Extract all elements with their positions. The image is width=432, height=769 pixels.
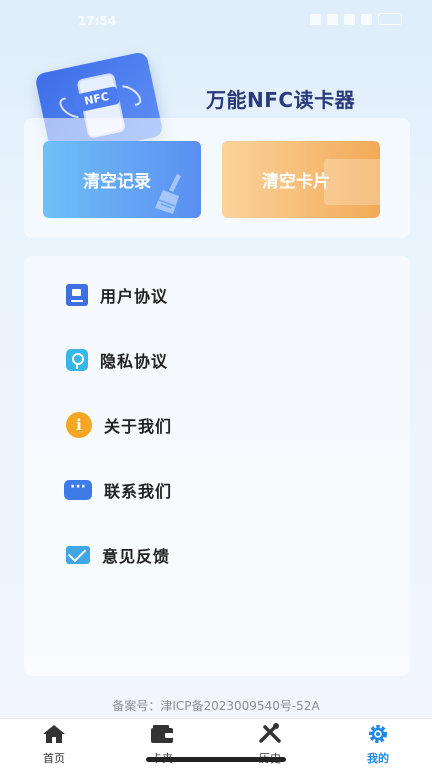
clear-cards-label: 清空卡片 bbox=[262, 172, 330, 192]
wifi-icon bbox=[344, 13, 355, 25]
status-bar: 17:54 bbox=[0, 0, 432, 40]
info-icon: i bbox=[66, 412, 92, 438]
card-decoration-icon bbox=[324, 159, 380, 205]
gear-icon bbox=[369, 725, 387, 743]
menu-item-label: 关于我们 bbox=[104, 417, 173, 436]
document-icon bbox=[66, 284, 88, 306]
menu-item-contact-us[interactable]: ··· 联系我们 bbox=[64, 475, 172, 505]
notification-icon bbox=[310, 13, 321, 25]
tools-icon bbox=[259, 723, 281, 743]
tab-label: 首页 bbox=[43, 752, 65, 765]
clear-cards-button[interactable]: 清空卡片 bbox=[222, 141, 380, 218]
signal-icon bbox=[361, 13, 372, 25]
menu-item-label: 联系我们 bbox=[104, 482, 173, 501]
battery-icon bbox=[378, 13, 402, 25]
tab-mine[interactable]: 我的 bbox=[348, 723, 408, 766]
menu-item-user-agreement[interactable]: 用户协议 bbox=[66, 280, 168, 310]
menu-item-label: 隐私协议 bbox=[100, 352, 169, 371]
menu-item-label: 用户协议 bbox=[100, 287, 169, 306]
menu-item-about-us[interactable]: i 关于我们 bbox=[66, 410, 172, 440]
icp-record: 备案号：津ICP备2023009540号-52A bbox=[112, 699, 320, 713]
chat-icon: ··· bbox=[64, 480, 92, 500]
menu-item-privacy-agreement[interactable]: 隐私协议 bbox=[66, 345, 168, 375]
broom-icon bbox=[155, 174, 181, 214]
bluetooth-icon bbox=[327, 13, 338, 25]
tab-label: 我的 bbox=[367, 752, 389, 765]
menu-item-feedback[interactable]: 意见反馈 bbox=[66, 540, 170, 570]
app-title: 万能NFC读卡器 bbox=[206, 88, 356, 112]
clear-records-label: 清空记录 bbox=[83, 172, 151, 192]
menu-panel bbox=[24, 256, 410, 676]
mail-icon bbox=[66, 546, 90, 564]
home-icon bbox=[43, 725, 65, 743]
key-icon bbox=[66, 349, 88, 371]
home-indicator bbox=[146, 757, 286, 762]
menu-item-label: 意见反馈 bbox=[102, 547, 171, 566]
wallet-icon bbox=[151, 725, 173, 743]
status-icons bbox=[310, 13, 402, 25]
status-time: 17:54 bbox=[78, 14, 117, 28]
tab-home[interactable]: 首页 bbox=[24, 723, 84, 766]
clear-records-button[interactable]: 清空记录 bbox=[43, 141, 201, 218]
